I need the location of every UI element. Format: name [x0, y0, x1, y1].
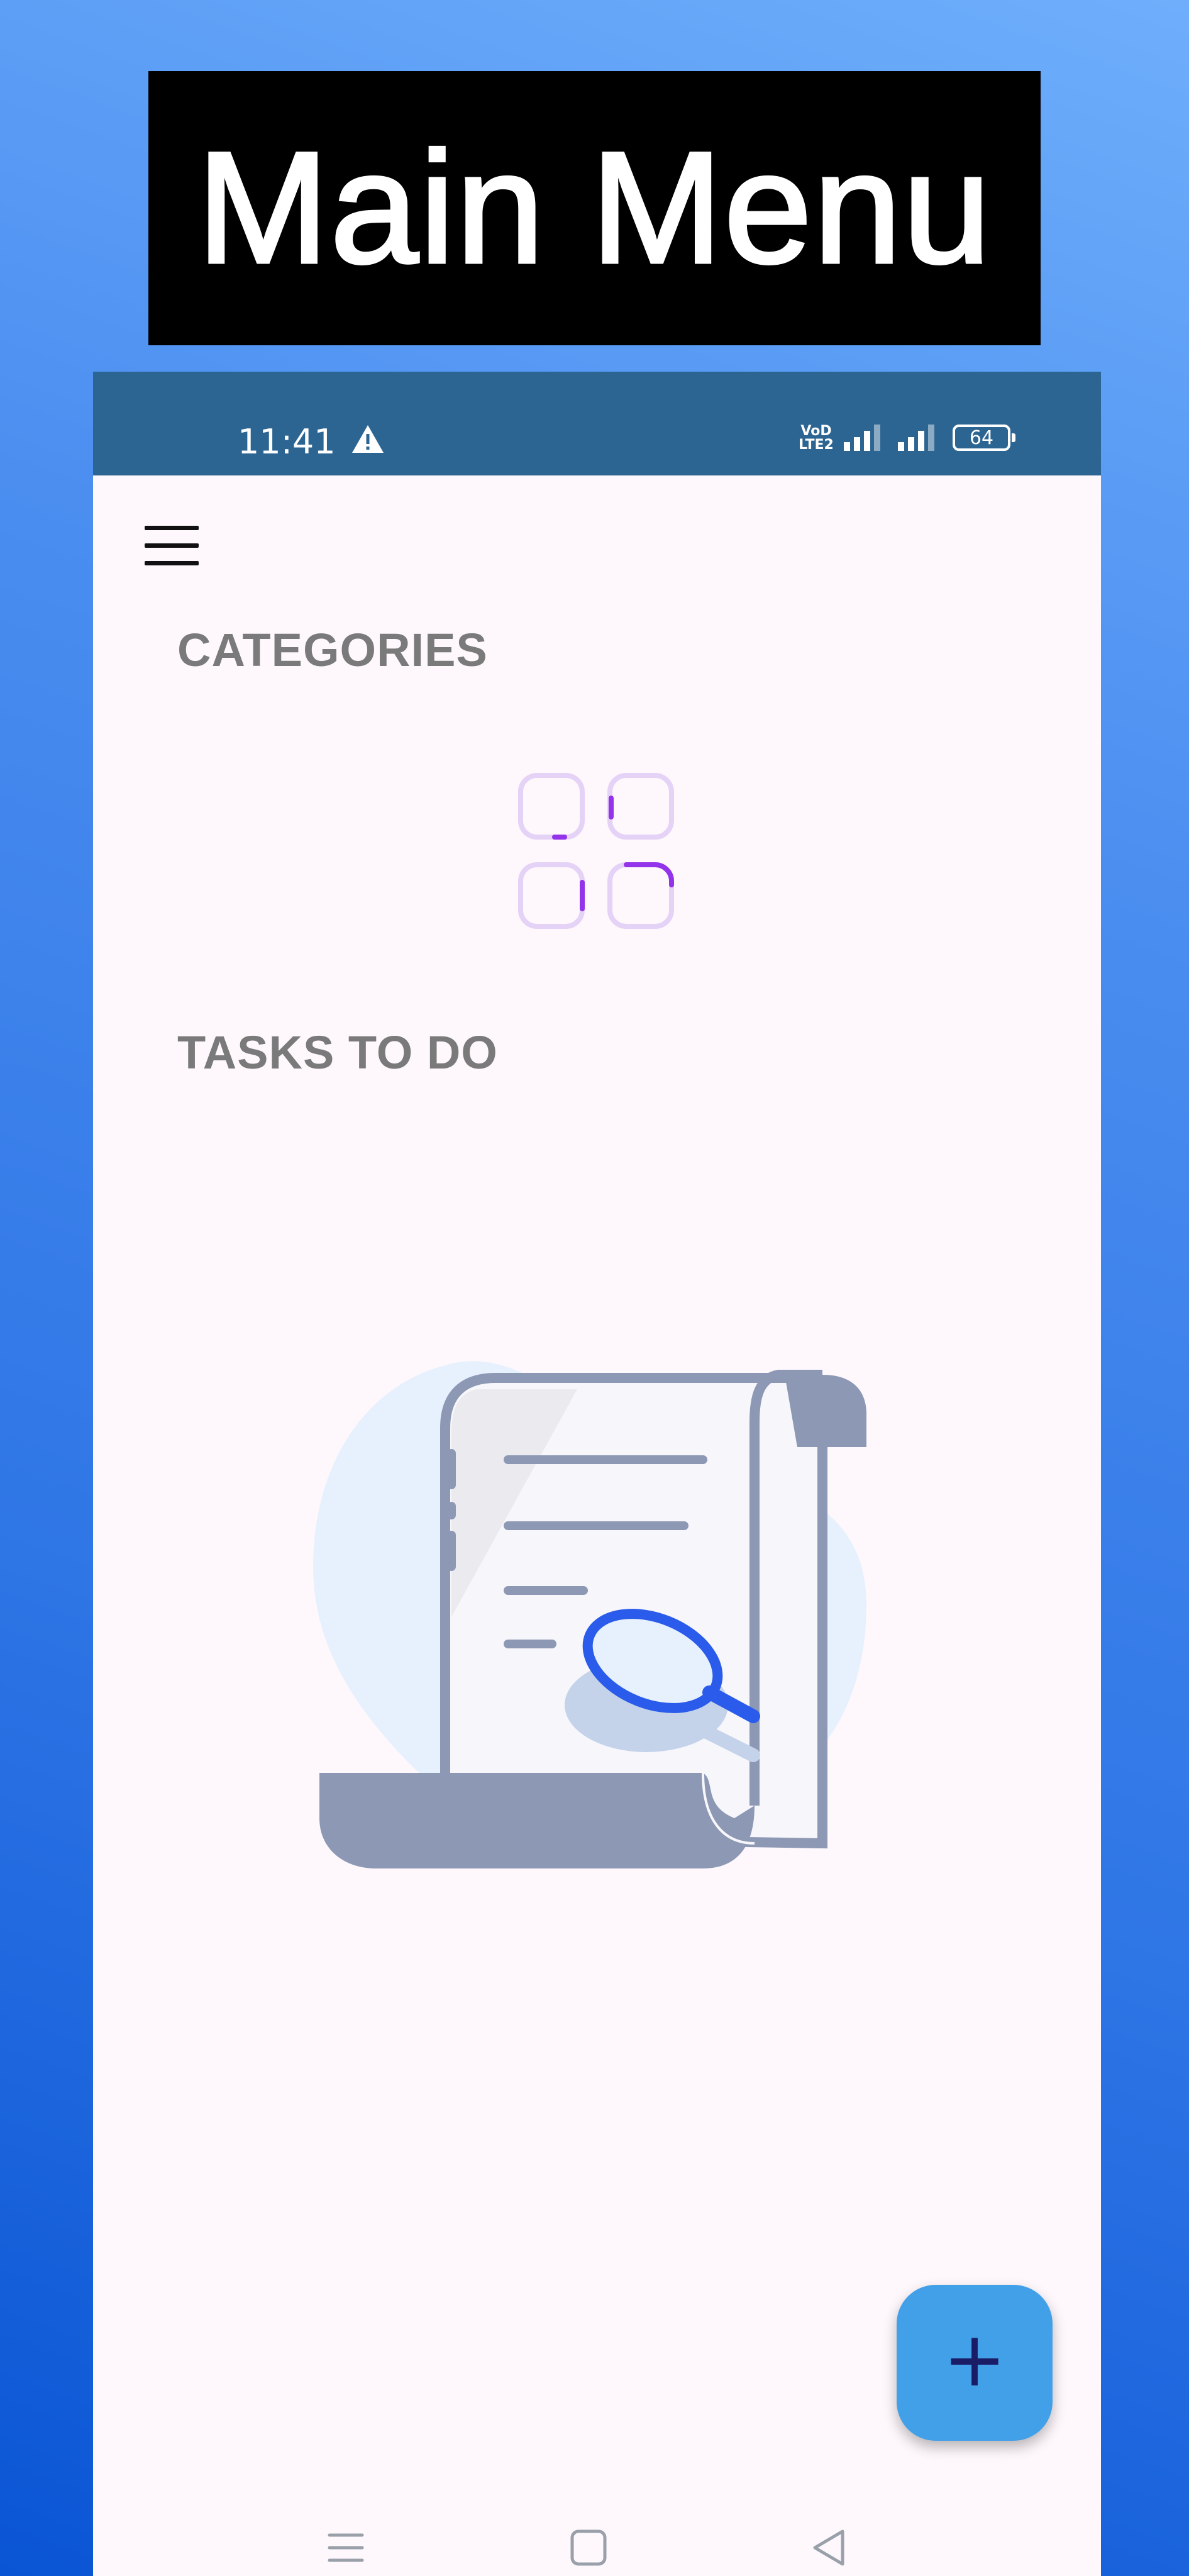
add-task-button[interactable]: + [897, 2285, 1053, 2441]
categories-heading: CATEGORIES [177, 624, 488, 676]
signal-strength-icon [844, 425, 880, 451]
network-type-label: VoD LTE2 [799, 423, 834, 453]
hamburger-menu-icon[interactable] [145, 526, 199, 566]
page-title-banner: Main Menu [148, 71, 1041, 345]
phone-screen: 11:41 VoD LTE2 64 CATEGORIES TASKS TO DO… [93, 372, 1101, 2576]
battery-level: 64 [969, 426, 994, 449]
status-bar: 11:41 VoD LTE2 64 [93, 372, 1101, 475]
scroll-magnifier-illustration [313, 1361, 866, 1868]
status-time: 11:41 [238, 422, 336, 462]
back-icon[interactable] [804, 2523, 854, 2573]
battery-icon: 64 [953, 425, 1015, 451]
recent-apps-icon[interactable] [321, 2523, 371, 2573]
plus-icon: + [943, 2316, 1007, 2404]
tasks-heading: TASKS TO DO [177, 1026, 498, 1079]
page-title: Main Menu [196, 119, 993, 296]
signal-strength-icon-2 [898, 425, 934, 451]
warning-icon [352, 425, 384, 453]
loading-grid-icon [518, 773, 674, 929]
home-icon[interactable] [563, 2523, 614, 2573]
